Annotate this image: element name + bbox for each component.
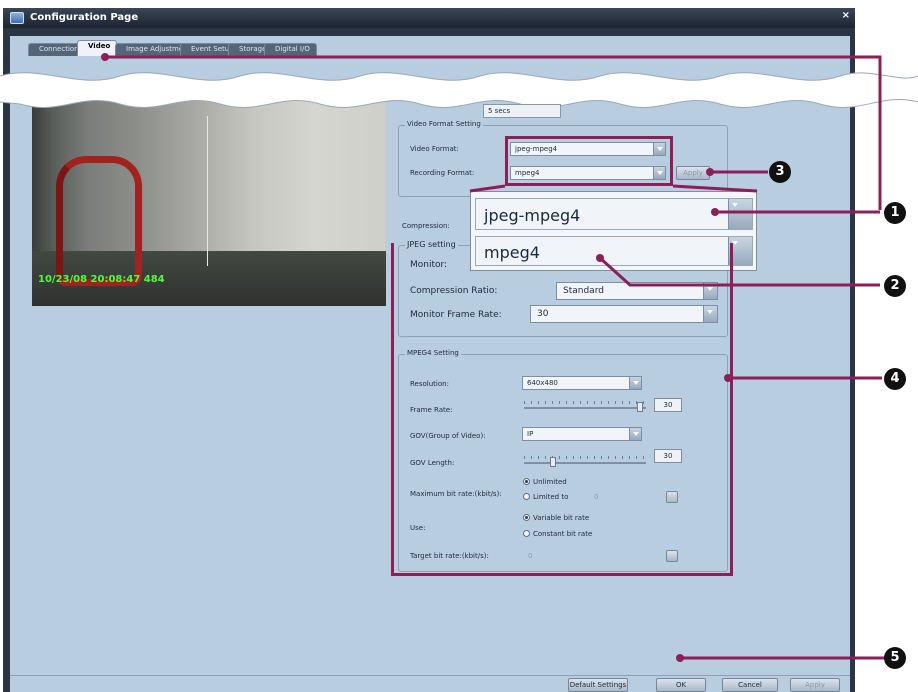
callout-dot-3	[706, 168, 714, 176]
callout-badge-5: 5	[884, 647, 906, 669]
callout-dot-1	[101, 53, 109, 61]
default-settings-button[interactable]: Default Settings	[568, 678, 628, 692]
callout-connector-lines	[105, 55, 885, 660]
callout-dot-1b	[711, 208, 719, 216]
cancel-button[interactable]: Cancel	[722, 678, 778, 692]
ok-button[interactable]: OK	[656, 678, 706, 692]
apply-button[interactable]: Apply	[790, 678, 840, 692]
callout-badge-2: 2	[884, 275, 906, 297]
callout-dot-2	[596, 254, 604, 262]
callout-badge-4: 4	[884, 368, 906, 390]
callout-badge-3: 3	[769, 161, 791, 183]
callout-dot-4	[724, 374, 732, 382]
callout-badge-1: 1	[884, 202, 906, 224]
callout-dot-5	[676, 654, 684, 662]
